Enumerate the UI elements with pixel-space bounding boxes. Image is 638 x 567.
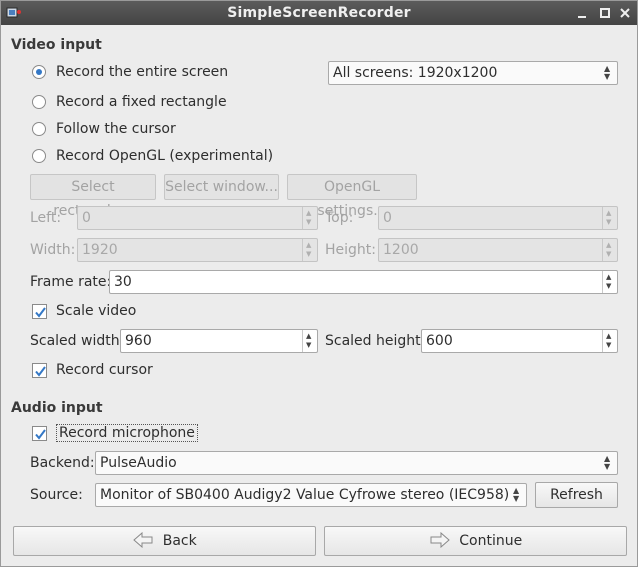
check-icon[interactable] [32, 362, 47, 378]
spin-arrows-icon[interactable]: ▲ ▼ [602, 239, 614, 261]
record-cursor-checkbox[interactable]: Record cursor [32, 360, 153, 380]
checkbox-label: Record microphone [56, 424, 198, 442]
scaled-height-label: Scaled height: [325, 333, 426, 349]
close-icon[interactable] [617, 5, 633, 21]
back-button[interactable]: Back [13, 526, 316, 556]
height-label: Height: [325, 242, 376, 258]
scaled-width-label: Scaled width: [30, 333, 125, 349]
opengl-settings-button[interactable]: OpenGL settings... [287, 174, 417, 219]
top-label: Top: [325, 210, 354, 226]
check-icon[interactable] [32, 425, 47, 441]
source-value: Monitor of SB0400 Audigy2 Value Cyfrowe … [100, 487, 510, 503]
radio-label: Record a fixed rectangle [56, 94, 227, 110]
radio-entire-screen[interactable]: Record the entire screen [32, 62, 228, 82]
left-value: 0 [82, 210, 91, 226]
scaled-height-spinbox[interactable]: 600 ▲ ▼ [421, 329, 618, 353]
top-spinbox[interactable]: 0 ▲ ▼ [378, 206, 618, 230]
back-label: Back [162, 533, 197, 549]
width-value: 1920 [82, 242, 118, 258]
height-value: 1200 [383, 242, 419, 258]
radio-indicator[interactable] [32, 95, 46, 109]
window-title: SimpleScreenRecorder [227, 5, 411, 21]
refresh-button[interactable]: Refresh [535, 482, 618, 508]
spin-arrows-icon[interactable]: ▲ ▼ [602, 330, 614, 352]
record-microphone-checkbox[interactable]: Record microphone [32, 423, 198, 443]
updown-arrows-icon: ▲ ▼ [513, 486, 520, 503]
frame-rate-value: 30 [114, 274, 132, 290]
left-label: Left: [30, 210, 62, 226]
spin-arrows-icon[interactable]: ▲ ▼ [302, 239, 314, 261]
radio-indicator[interactable] [32, 122, 46, 136]
continue-label: Continue [459, 533, 523, 549]
updown-arrows-icon: ▲ ▼ [604, 454, 611, 471]
title-bar[interactable]: SimpleScreenRecorder [1, 1, 637, 25]
radio-follow-cursor[interactable]: Follow the cursor [32, 119, 176, 139]
checkbox-label: Record cursor [56, 362, 153, 378]
backend-value: PulseAudio [100, 455, 177, 471]
check-icon[interactable] [32, 303, 47, 319]
height-spinbox[interactable]: 1200 ▲ ▼ [378, 238, 618, 262]
frame-rate-label: Frame rate: [30, 274, 112, 290]
radio-label: Follow the cursor [56, 121, 176, 137]
source-select[interactable]: Monitor of SB0400 Audigy2 Value Cyfrowe … [95, 483, 527, 507]
spin-arrows-icon[interactable]: ▲ ▼ [302, 330, 314, 352]
top-value: 0 [383, 210, 392, 226]
select-rectangle-button[interactable]: Select rectangle... [30, 174, 156, 219]
radio-label: Record the entire screen [56, 64, 229, 80]
scaled-width-spinbox[interactable]: 960 ▲ ▼ [120, 329, 318, 353]
checkbox-label: Scale video [56, 303, 137, 319]
radio-fixed-rectangle[interactable]: Record a fixed rectangle [32, 92, 227, 112]
source-label: Source: [30, 487, 83, 503]
select-window-button[interactable]: Select window... [164, 174, 279, 200]
scaled-height-value: 600 [426, 333, 453, 349]
minimize-icon[interactable] [574, 5, 590, 21]
audio-input-heading: Audio input [11, 400, 103, 416]
scale-video-checkbox[interactable]: Scale video [32, 301, 136, 321]
spin-arrows-icon[interactable]: ▲ ▼ [302, 207, 314, 229]
forward-arrow-icon [430, 532, 450, 548]
continue-button[interactable]: Continue [324, 526, 627, 556]
backend-label: Backend: [30, 455, 95, 471]
updown-arrows-icon: ▲ ▼ [604, 64, 611, 81]
main-window: SimpleScreenRecorder Video input Record … [0, 0, 638, 567]
backend-select[interactable]: PulseAudio ▲ ▼ [95, 451, 618, 475]
screen-select[interactable]: All screens: 1920x1200 ▲ ▼ [328, 61, 618, 85]
radio-record-opengl[interactable]: Record OpenGL (experimental) [32, 146, 273, 166]
video-input-heading: Video input [11, 37, 102, 53]
width-spinbox[interactable]: 1920 ▲ ▼ [77, 238, 318, 262]
screen-select-value: All screens: 1920x1200 [333, 65, 498, 81]
radio-label: Record OpenGL (experimental) [56, 148, 274, 164]
spin-arrows-icon[interactable]: ▲ ▼ [602, 271, 614, 293]
spin-arrows-icon[interactable]: ▲ ▼ [602, 207, 614, 229]
left-spinbox[interactable]: 0 ▲ ▼ [77, 206, 318, 230]
scaled-width-value: 960 [125, 333, 152, 349]
radio-indicator[interactable] [32, 65, 46, 79]
maximize-icon[interactable] [597, 5, 613, 21]
back-arrow-icon [133, 532, 153, 548]
width-label: Width: [30, 242, 76, 258]
frame-rate-spinbox[interactable]: 30 ▲ ▼ [109, 270, 618, 294]
radio-indicator[interactable] [32, 149, 46, 163]
